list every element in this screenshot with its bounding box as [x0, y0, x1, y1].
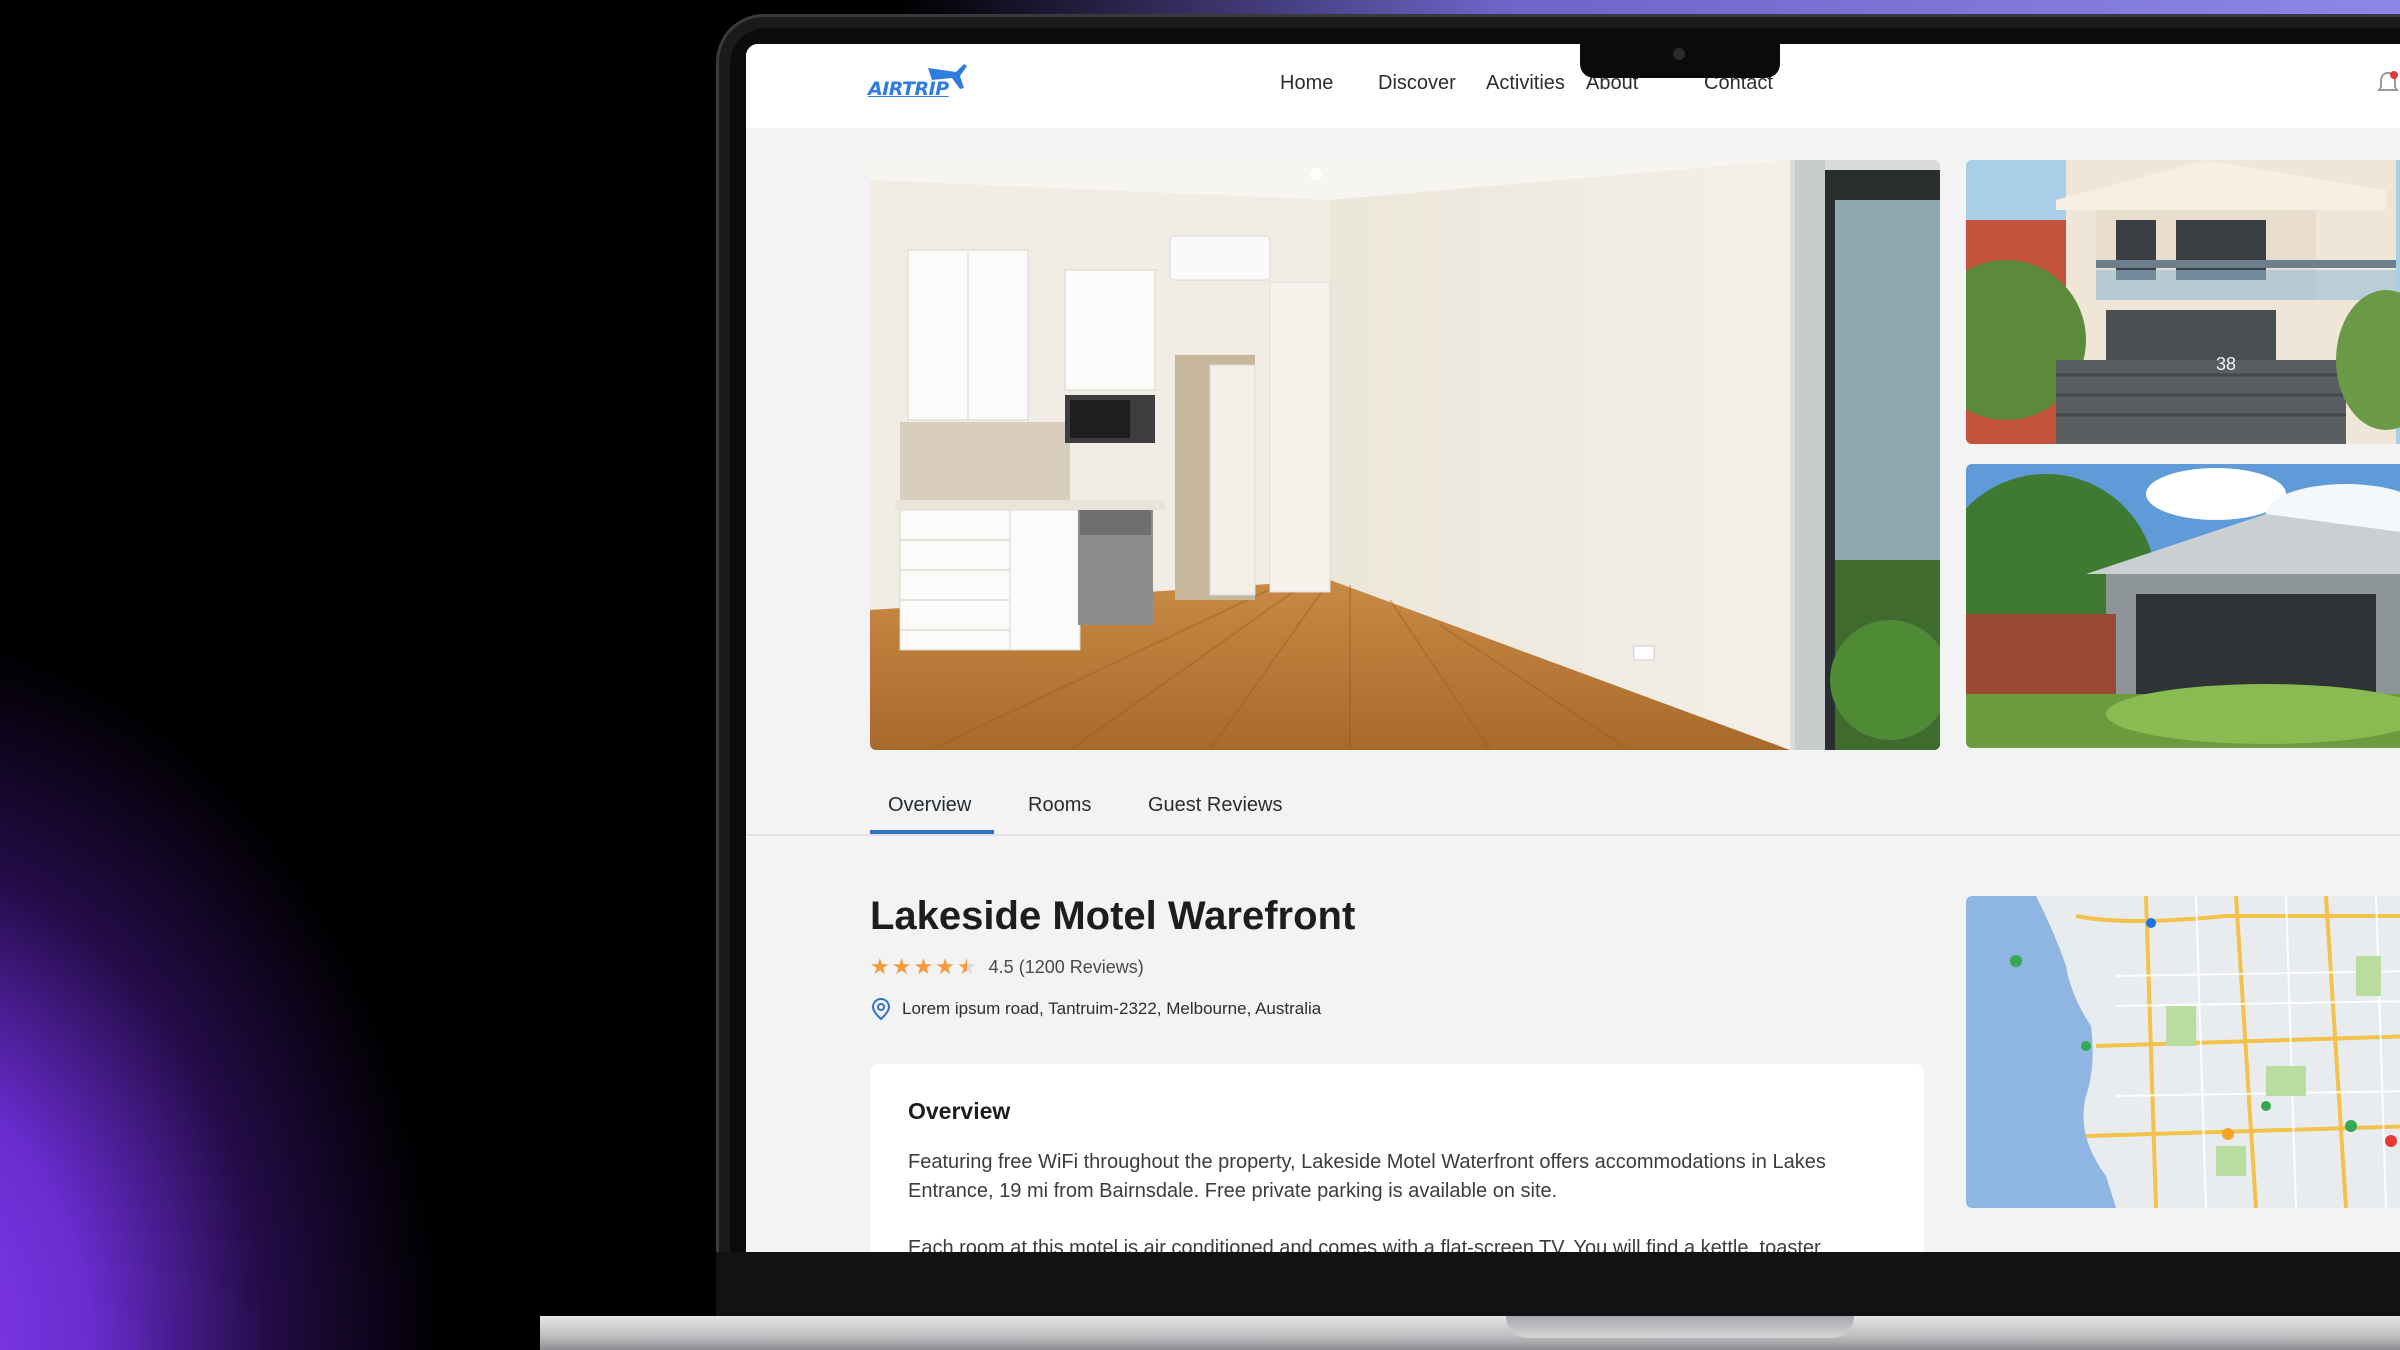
tab-guest-reviews[interactable]: Guest Reviews — [1148, 794, 1283, 817]
hotel-address: Lorem ipsum road, Tantruim-2322, Melbour… — [902, 999, 1322, 1018]
laptop-screen: AIRTRIP Home Discover Activities About C… — [746, 44, 2400, 1252]
star-icon: ★ — [891, 954, 912, 979]
active-tab-indicator — [870, 830, 994, 834]
webcam — [1673, 48, 1685, 60]
nav-discover[interactable]: Discover — [1378, 72, 1456, 95]
star-icon: ★ — [935, 954, 955, 979]
rating-row: ★ ★ ★ ★ ★ 4.5 (1200 Reviews) — [870, 954, 1144, 980]
overview-paragraph: Each room at this motel is air condition… — [908, 1237, 1821, 1252]
laptop-base — [540, 1316, 2400, 1350]
tab-rooms[interactable]: Rooms — [1028, 794, 1091, 817]
hero-room-image[interactable] — [870, 160, 1940, 750]
overview-card: Overview Featuring free WiFi throughout … — [870, 1064, 1924, 1252]
main-nav: Home Discover Activities About Contact — [746, 72, 2400, 102]
bell-icon[interactable] — [2376, 70, 2400, 96]
site-header: AIRTRIP Home Discover Activities About C… — [746, 44, 2400, 128]
overview-title: Overview — [908, 1098, 1011, 1124]
location-pin-icon — [871, 997, 891, 1021]
laptop-base-notch — [1506, 1316, 1854, 1338]
nav-home[interactable]: Home — [1280, 72, 1333, 95]
overview-paragraph: Featuring free WiFi throughout the prope… — [908, 1151, 1826, 1202]
half-star-icon: ★ — [956, 954, 977, 979]
hotel-name: Lakeside Motel Warefront — [870, 894, 1356, 938]
location-map[interactable] — [1966, 896, 2400, 1208]
gallery-thumb-house[interactable]: 38 — [1966, 160, 2400, 444]
nav-activities[interactable]: Activities — [1486, 72, 1565, 95]
rating-text[interactable]: 4.5 (1200 Reviews) — [989, 957, 1144, 978]
address-row: Lorem ipsum road, Tantruim-2322, Melbour… — [870, 996, 1321, 1022]
laptop-chin — [716, 1252, 2400, 1318]
gallery-thumb-garden[interactable] — [1966, 464, 2400, 748]
star-rating: ★ ★ ★ ★ ★ — [870, 956, 977, 978]
star-icon: ★ — [913, 954, 934, 979]
detail-tabs: Overview Rooms Guest Reviews — [746, 774, 2400, 836]
tab-overview[interactable]: Overview — [888, 794, 971, 817]
house-number: 38 — [2216, 354, 2236, 374]
star-icon: ★ — [870, 954, 890, 979]
